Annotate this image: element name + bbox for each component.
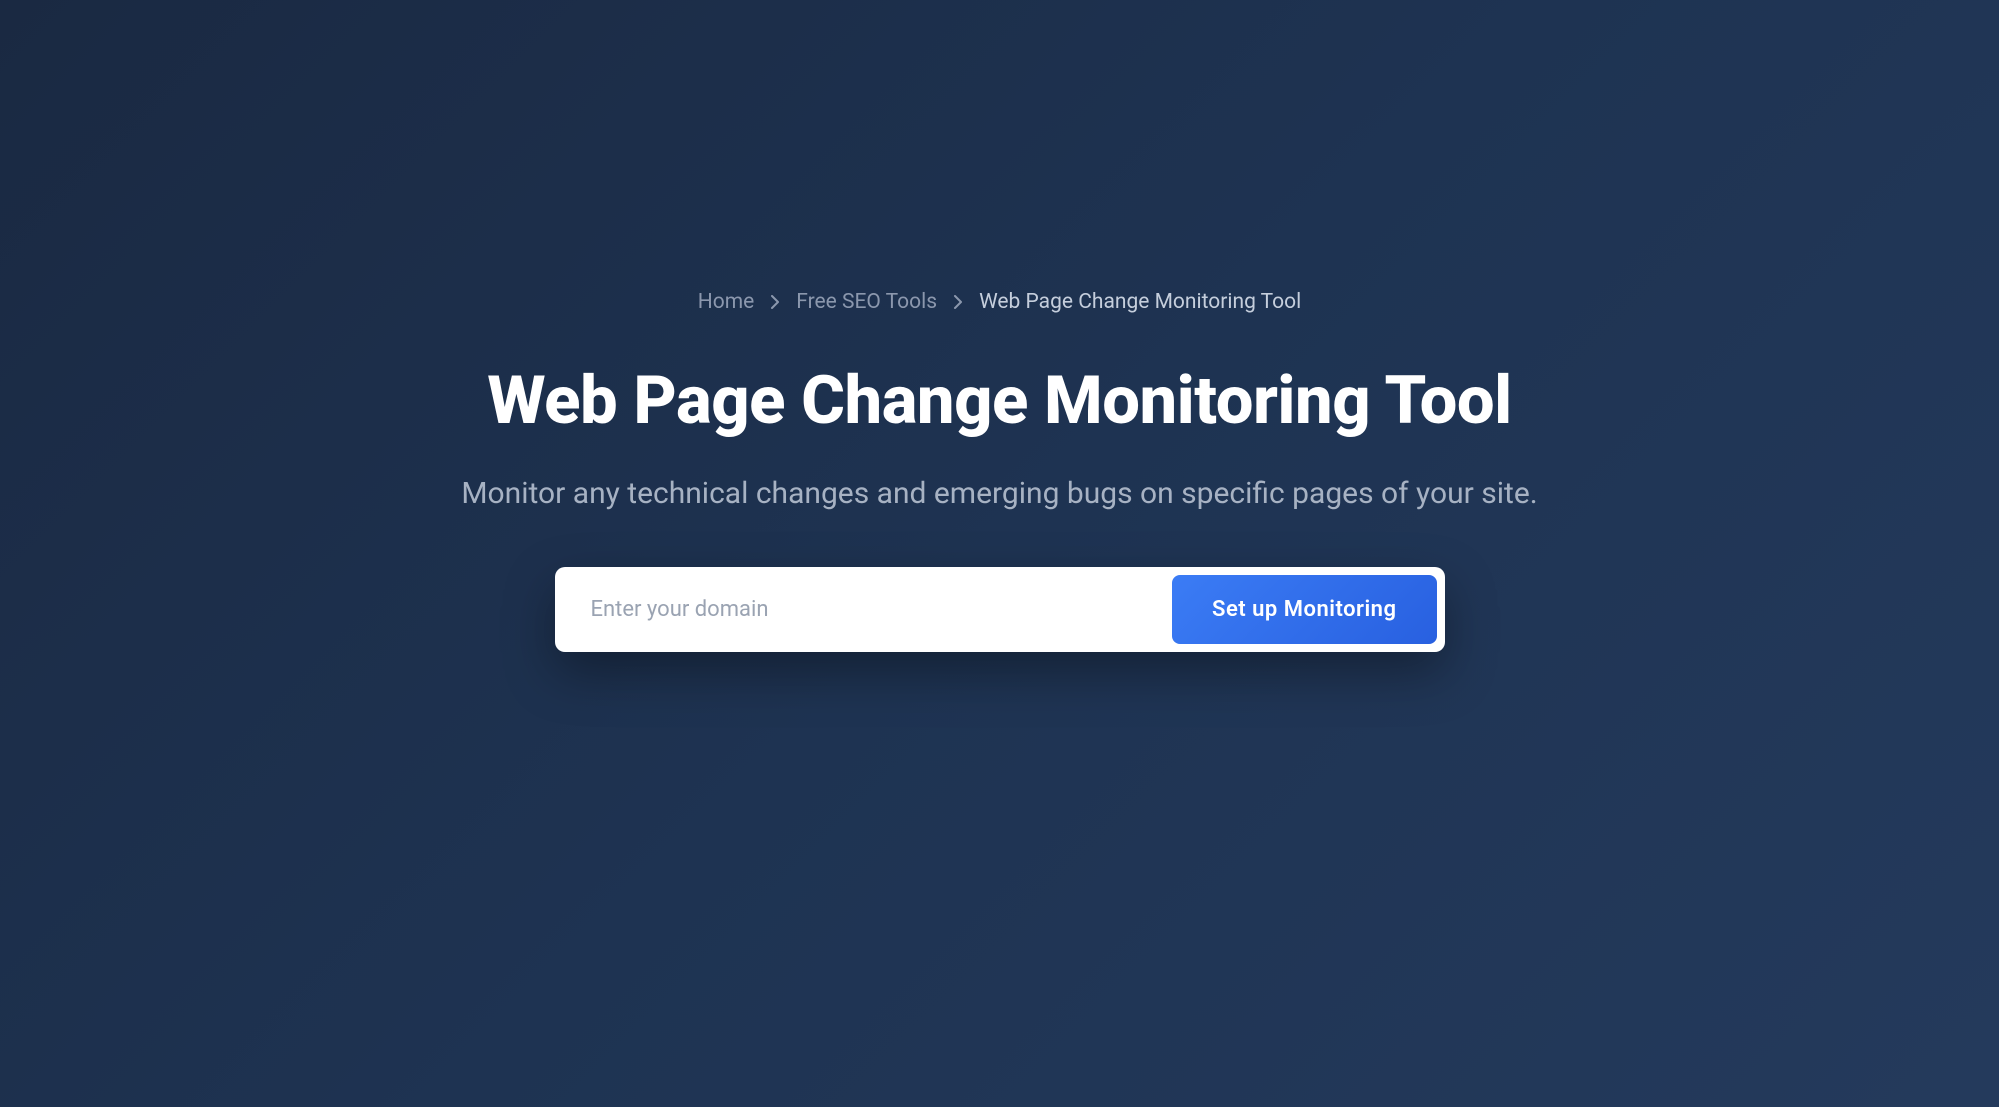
breadcrumb-link-tools[interactable]: Free SEO Tools <box>796 290 937 314</box>
page-subtitle: Monitor any technical changes and emergi… <box>461 476 1537 511</box>
page-title: Web Page Change Monitoring Tool <box>487 362 1511 440</box>
setup-monitoring-button[interactable]: Set up Monitoring <box>1172 575 1436 644</box>
breadcrumb-link-home[interactable]: Home <box>698 290 755 314</box>
breadcrumb-current: Web Page Change Monitoring Tool <box>979 290 1301 314</box>
domain-form: Set up Monitoring <box>555 567 1445 652</box>
domain-input[interactable] <box>563 579 1173 640</box>
chevron-right-icon <box>953 295 963 309</box>
breadcrumb: Home Free SEO Tools Web Page Change Moni… <box>698 290 1302 314</box>
chevron-right-icon <box>770 295 780 309</box>
